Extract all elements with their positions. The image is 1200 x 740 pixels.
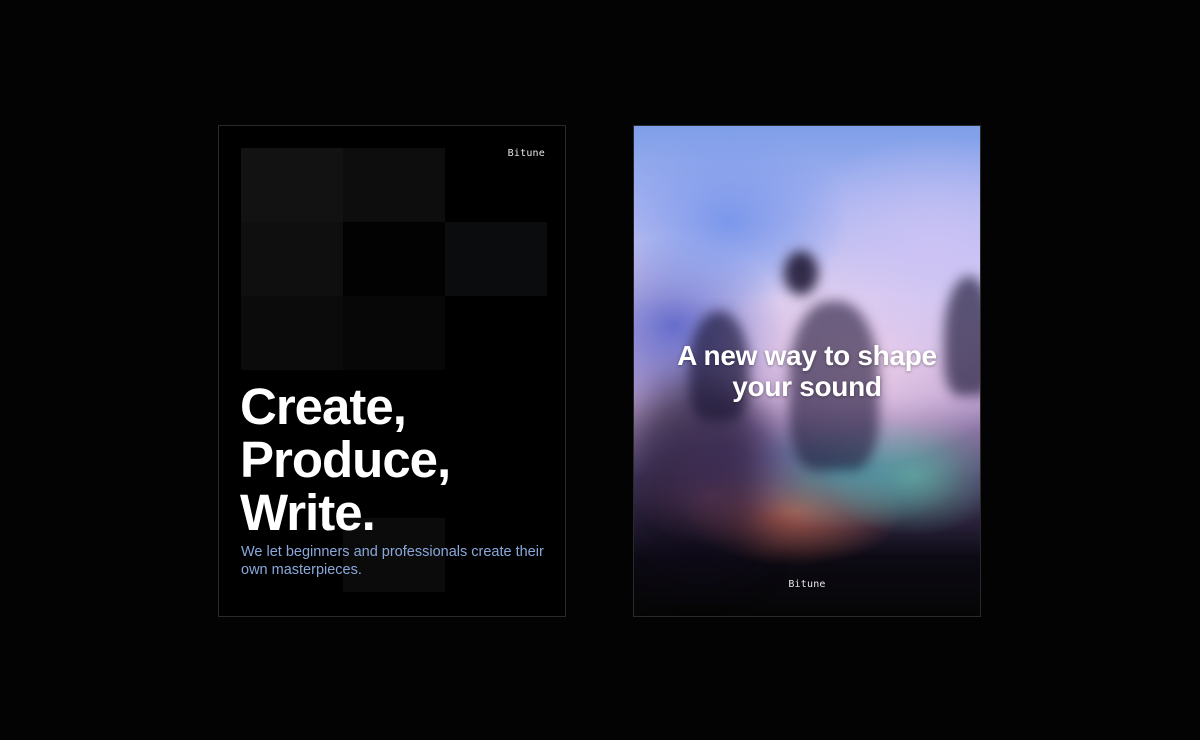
grid-tile bbox=[241, 222, 343, 296]
grid-tile bbox=[343, 296, 445, 370]
grid-tile bbox=[445, 222, 547, 296]
poster-headline: Create, Produce, Write. bbox=[240, 378, 451, 541]
poster-left: Bitune Create, Produce, Write. We let be… bbox=[218, 125, 566, 617]
brand-logo: Bitune bbox=[788, 579, 826, 590]
grid-tile bbox=[241, 296, 343, 370]
headline-line: your sound bbox=[732, 371, 882, 402]
showcase-stage: Bitune Create, Produce, Write. We let be… bbox=[0, 0, 1200, 740]
headline-line: Produce, bbox=[240, 431, 451, 488]
poster-right: A new way to shape your sound Bitune bbox=[633, 125, 981, 617]
brand-logo: Bitune bbox=[507, 148, 545, 159]
headline-line: Create, bbox=[240, 378, 407, 435]
grid-tile bbox=[343, 148, 445, 222]
dancer-head bbox=[784, 251, 818, 295]
grid-tile bbox=[241, 148, 343, 222]
poster-headline: A new way to shape your sound bbox=[634, 340, 980, 402]
headline-line: A new way to shape bbox=[677, 340, 937, 371]
poster-subtitle: We let beginners and professionals creat… bbox=[241, 544, 544, 578]
grid-tile bbox=[343, 222, 445, 296]
headline-line: Write. bbox=[240, 484, 376, 541]
